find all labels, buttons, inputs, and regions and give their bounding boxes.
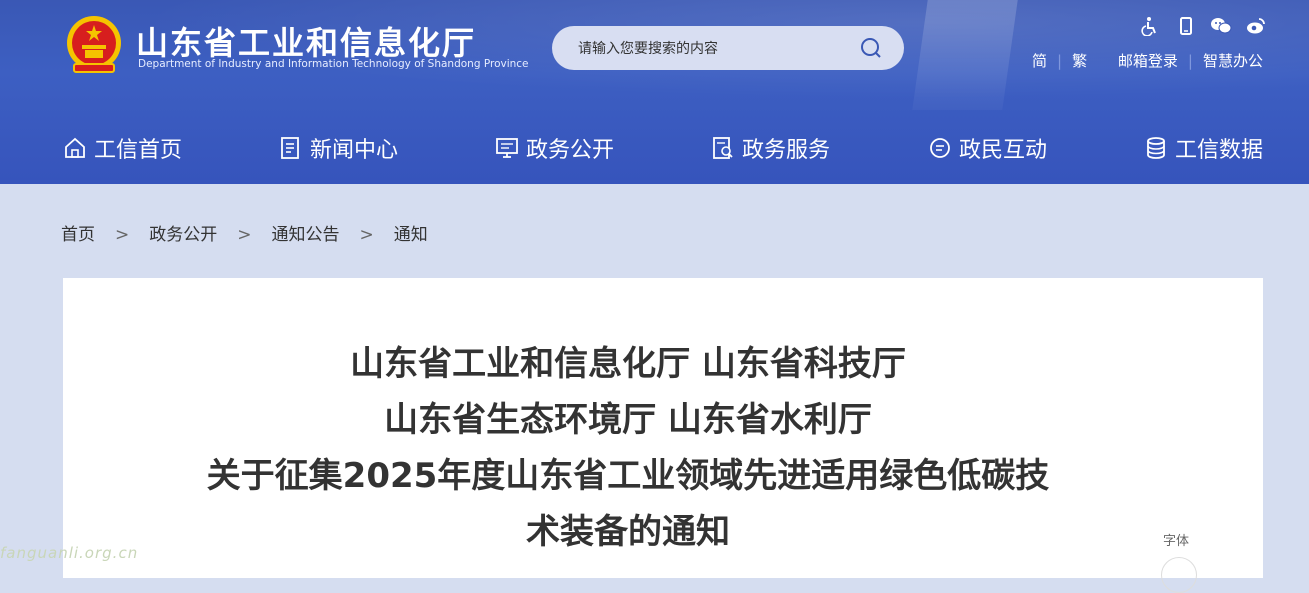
- nav-item-label: 政民互动: [959, 138, 1048, 163]
- mail-login-link[interactable]: 邮箱登录: [1118, 50, 1178, 71]
- breadcrumb-notice[interactable]: 通知: [394, 220, 428, 245]
- nav-item-label: 政务服务: [742, 138, 831, 163]
- article-title: 山东省工业和信息化厅 山东省科技厅 山东省生态环境厅 山东省水利厅 关于征集20…: [63, 336, 1193, 560]
- monitor-icon: [496, 138, 518, 158]
- simplified-chinese-link[interactable]: 简: [1032, 50, 1047, 71]
- nav-item-gov-service[interactable]: 政务服务: [711, 132, 830, 164]
- main-nav: 工信首页 新闻中心 政务公开 政务服务 政民互动 工信数据: [0, 112, 1309, 184]
- traditional-chinese-link[interactable]: 繁: [1072, 50, 1087, 71]
- breadcrumb-announcements[interactable]: 通知公告: [272, 220, 340, 245]
- nav-item-home[interactable]: 工信首页: [63, 132, 182, 164]
- breadcrumb-separator: >: [237, 225, 252, 245]
- article-title-line: 山东省工业和信息化厅 山东省科技厅: [350, 344, 906, 384]
- article-title-line: 山东省生态环境厅 山东省水利厅: [384, 400, 872, 440]
- article-title-line: 关于征集2025年度山东省工业领域先进适用绿色低碳技: [206, 456, 1050, 496]
- breadcrumb-home[interactable]: 首页: [61, 220, 95, 245]
- font-size-label: 字体: [1163, 534, 1190, 549]
- breadcrumb: 首页 > 政务公开 > 通知公告 > 通知: [61, 220, 428, 245]
- breadcrumb-separator: >: [359, 225, 374, 245]
- search-input[interactable]: [576, 36, 850, 62]
- watermark: fanguanli.org.cn: [0, 544, 139, 562]
- breadcrumb-separator: >: [115, 225, 130, 245]
- nav-item-data[interactable]: 工信数据: [1144, 132, 1263, 164]
- chat-icon: [930, 138, 950, 158]
- nav-item-news[interactable]: 新闻中心: [279, 132, 398, 164]
- article-title-line: 术装备的通知: [526, 512, 730, 552]
- nav-item-label: 工信首页: [94, 138, 183, 163]
- accessibility-icon[interactable]: [1140, 16, 1160, 37]
- site-subtitle: Department of Industry and Information T…: [138, 58, 529, 70]
- weibo-icon[interactable]: [1246, 16, 1266, 36]
- nav-item-gov-affairs-open[interactable]: 政务公开: [495, 132, 614, 164]
- smart-office-link[interactable]: 智慧办公: [1203, 50, 1263, 71]
- search-box: [552, 26, 904, 70]
- national-emblem-icon: [67, 16, 121, 73]
- top-links: 简 | 繁 邮箱登录 | 智慧办公: [1032, 50, 1263, 71]
- home-icon: [65, 137, 85, 158]
- stele-background-image: [912, 0, 1018, 110]
- search-icon[interactable]: [860, 37, 882, 59]
- database-icon: [1147, 137, 1165, 159]
- service-doc-icon: [713, 137, 733, 159]
- top-icon-bar: [1140, 16, 1266, 38]
- news-icon: [281, 137, 299, 159]
- mobile-icon[interactable]: [1176, 16, 1196, 36]
- wechat-icon[interactable]: [1210, 16, 1232, 36]
- nav-item-label: 工信数据: [1175, 138, 1264, 163]
- breadcrumb-gov-affairs[interactable]: 政务公开: [149, 220, 217, 245]
- font-size-button[interactable]: [1161, 557, 1197, 593]
- site-header: 山东省工业和信息化厅 Department of Industry and In…: [0, 0, 1309, 184]
- nav-item-label: 新闻中心: [310, 138, 399, 163]
- article-card: 山东省工业和信息化厅 山东省科技厅 山东省生态环境厅 山东省水利厅 关于征集20…: [63, 278, 1263, 593]
- nav-item-interaction[interactable]: 政民互动: [928, 132, 1047, 164]
- nav-item-label: 政务公开: [526, 138, 615, 163]
